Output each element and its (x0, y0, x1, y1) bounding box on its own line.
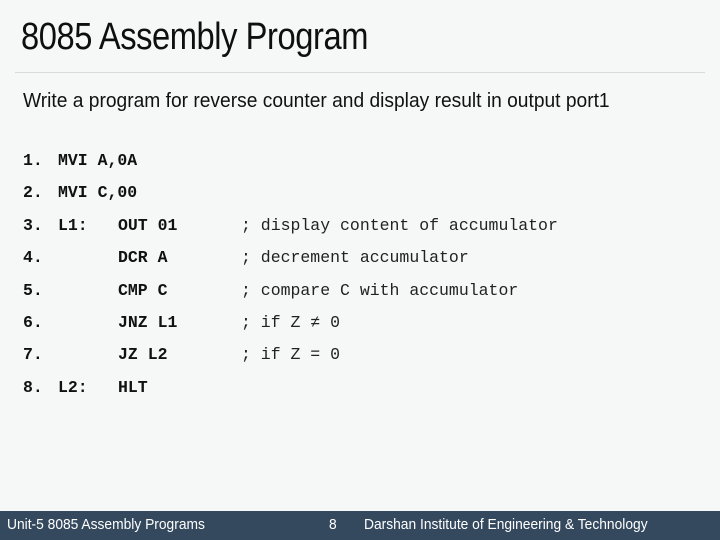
line-number: 5. (23, 281, 43, 300)
code-line: 1. MVI A,0A (23, 151, 137, 183)
comment: ; decrement accumulator (241, 248, 469, 267)
line-number: 2. (23, 183, 43, 202)
footer-unit-title: Unit-5 8085 Assembly Programs (7, 516, 205, 533)
code-label: L1: (58, 216, 88, 235)
line-number: 7. (23, 345, 43, 364)
line-number: 6. (23, 313, 43, 332)
code-line: 7. JZ L2 ; if Z = 0 (23, 345, 340, 377)
instruction: DCR A (118, 248, 168, 267)
code-line: 4. DCR A ; decrement accumulator (23, 248, 469, 280)
page-number: 8 (329, 516, 337, 533)
instruction: MVI A,0A (58, 151, 138, 170)
code-line: 5. CMP C ; compare C with accumulator (23, 281, 518, 313)
code-line: 3. L1: OUT 01 ; display content of accum… (23, 216, 558, 248)
comment: ; display content of accumulator (241, 216, 558, 235)
comment: ; if Z ≠ 0 (241, 313, 341, 332)
slide-footer: Unit-5 8085 Assembly Programs 8 Darshan … (0, 511, 720, 540)
code-line: 2. MVI C,00 (23, 183, 137, 215)
line-number: 3. (23, 216, 43, 235)
instruction: JNZ L1 (118, 313, 178, 332)
code-line: 8. L2: HLT (23, 378, 148, 410)
line-number: 1. (23, 151, 43, 170)
slide-title: 8085 Assembly Program (21, 16, 368, 58)
instruction: OUT 01 (118, 216, 178, 235)
title-divider (15, 72, 705, 73)
code-label: L2: (58, 378, 88, 397)
comment: ; compare C with accumulator (241, 281, 519, 300)
instruction: CMP C (118, 281, 168, 300)
line-number: 4. (23, 248, 43, 267)
line-number: 8. (23, 378, 43, 397)
instruction: HLT (118, 378, 148, 397)
problem-statement: Write a program for reverse counter and … (23, 90, 610, 112)
footer-institute: Darshan Institute of Engineering & Techn… (364, 516, 648, 533)
code-line: 6. JNZ L1 ; if Z ≠ 0 (23, 313, 340, 345)
instruction: JZ L2 (118, 345, 168, 364)
comment: ; if Z = 0 (241, 345, 341, 364)
instruction: MVI C,00 (58, 183, 138, 202)
